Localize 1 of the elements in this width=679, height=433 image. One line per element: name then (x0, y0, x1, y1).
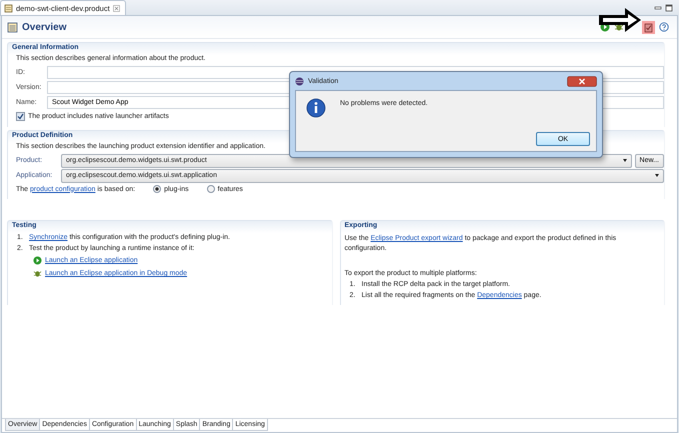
editor-title: Overview (22, 22, 66, 32)
